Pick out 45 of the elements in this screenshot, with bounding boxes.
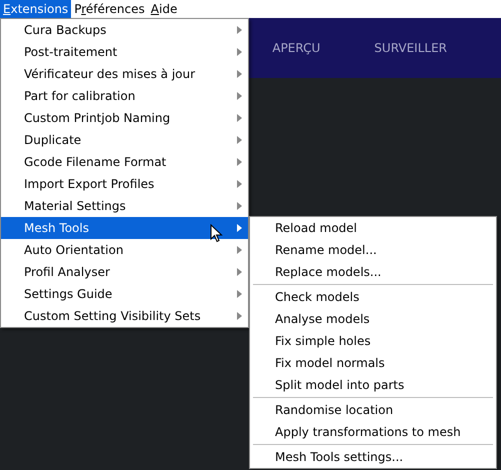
submenu-item[interactable]: Apply transformations to mesh xyxy=(250,421,496,443)
submenu-item[interactable]: Randomise location xyxy=(250,399,496,421)
submenu-arrow-icon xyxy=(237,246,242,254)
menu-item[interactable]: Material Settings xyxy=(1,195,248,217)
submenu-item[interactable]: Rename model... xyxy=(250,239,496,261)
submenu-item[interactable]: Analyse models xyxy=(250,308,496,330)
submenu-arrow-icon xyxy=(237,92,242,100)
submenu-arrow-icon xyxy=(237,136,242,144)
submenu-arrow-icon xyxy=(237,180,242,188)
menu-item[interactable]: Vérificateur des mises à jour xyxy=(1,63,248,85)
submenu-item[interactable]: Reload model xyxy=(250,217,496,239)
menu-item[interactable]: Post-traitement xyxy=(1,41,248,63)
menu-item[interactable]: Auto Orientation xyxy=(1,239,248,261)
submenu-item[interactable]: Fix model normals xyxy=(250,352,496,374)
submenu-arrow-icon xyxy=(237,158,242,166)
menu-bar-item[interactable]: Extensions xyxy=(0,0,72,18)
menu-item[interactable]: Mesh Tools xyxy=(1,217,248,239)
menu-item[interactable]: Profil Analyser xyxy=(1,261,248,283)
menu-item[interactable]: Import Export Profiles xyxy=(1,173,248,195)
submenu-arrow-icon xyxy=(237,290,242,298)
submenu-item[interactable]: Mesh Tools settings... xyxy=(250,446,496,468)
submenu-item[interactable]: Check models xyxy=(250,286,496,308)
menu-item[interactable]: Gcode Filename Format xyxy=(1,151,248,173)
menu-item[interactable]: Part for calibration xyxy=(1,85,248,107)
submenu-arrow-icon xyxy=(237,114,242,122)
header-tab[interactable]: SURVEILLER xyxy=(374,41,447,55)
submenu-arrow-icon xyxy=(237,224,242,232)
menu-bar-item[interactable]: Aide xyxy=(148,0,180,18)
menu-bar-item[interactable]: Préférences xyxy=(71,0,148,18)
menu-item[interactable]: Custom Printjob Naming xyxy=(1,107,248,129)
submenu-arrow-icon xyxy=(237,268,242,276)
menu-item[interactable]: Duplicate xyxy=(1,129,248,151)
menu-item[interactable]: Cura Backups xyxy=(1,19,248,41)
submenu-item[interactable]: Fix simple holes xyxy=(250,330,496,352)
mouse-pointer-icon xyxy=(210,224,223,243)
header-tab[interactable]: APERÇU xyxy=(272,41,320,55)
submenu-arrow-icon xyxy=(237,202,242,210)
submenu-arrow-icon xyxy=(237,312,242,320)
submenu-item[interactable]: Replace models... xyxy=(250,261,496,283)
submenu-arrow-icon xyxy=(237,48,242,56)
submenu-arrow-icon xyxy=(237,70,242,78)
submenu-arrow-icon xyxy=(237,26,242,34)
submenu-item[interactable]: Split model into parts xyxy=(250,374,496,396)
menu-item[interactable]: Settings Guide xyxy=(1,283,248,305)
menu-item[interactable]: Custom Setting Visibility Sets xyxy=(1,305,248,327)
